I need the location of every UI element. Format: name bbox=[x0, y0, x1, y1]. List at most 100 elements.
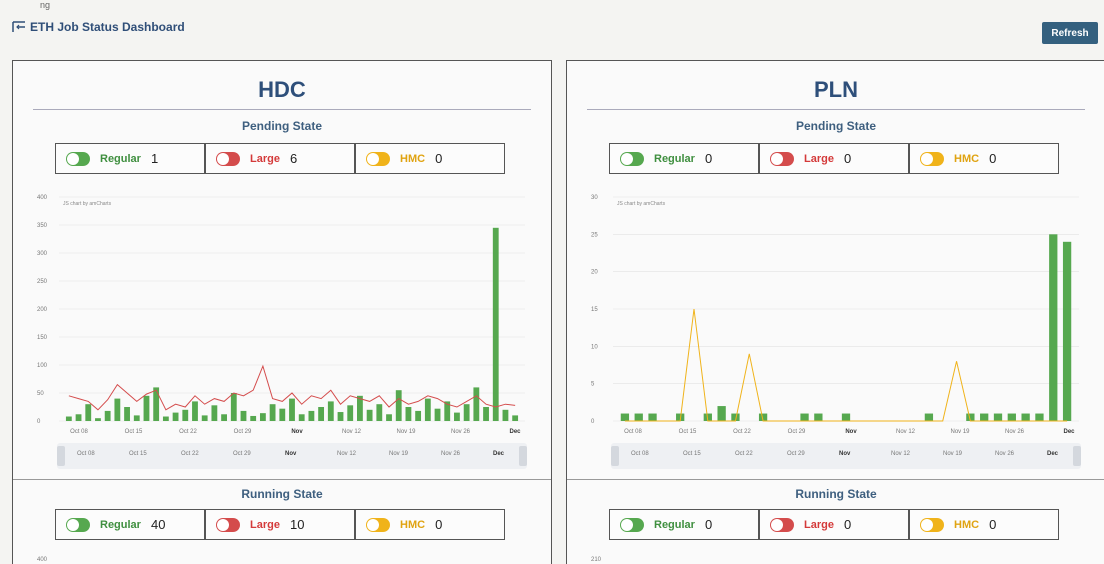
toggle-switch-icon[interactable] bbox=[66, 151, 90, 166]
status-label: Regular bbox=[654, 152, 695, 165]
toggle-switch-icon[interactable] bbox=[770, 517, 794, 532]
status-card-hmc: HMC 0 bbox=[355, 509, 505, 540]
regular-bar bbox=[114, 398, 121, 421]
regular-bar bbox=[980, 413, 989, 421]
section-divider bbox=[13, 479, 551, 480]
scroll-tick-label: Dec bbox=[1047, 451, 1059, 457]
regular-bar bbox=[1062, 241, 1072, 421]
scroll-tick-label: Dec bbox=[493, 451, 505, 457]
status-count: 0 bbox=[704, 517, 713, 532]
regular-bar bbox=[492, 227, 499, 421]
y-tick-label: 0 bbox=[37, 419, 41, 425]
refresh-button[interactable]: Refresh bbox=[1042, 22, 1098, 44]
regular-bar bbox=[512, 415, 519, 421]
regular-bar bbox=[298, 414, 305, 421]
y-tick-label: 30 bbox=[591, 195, 598, 201]
regular-bar bbox=[172, 412, 179, 421]
regular-bar bbox=[434, 408, 441, 421]
regular-bar bbox=[143, 395, 150, 421]
y-tick-label: 400 bbox=[37, 195, 48, 201]
chart-scrollbar[interactable]: Oct 08 Oct 15 Oct 22 Oct 29 Nov Nov 12 Nov 19 N… bbox=[611, 443, 1081, 469]
status-cards: Regular 0 Large 0 HMC 0 bbox=[609, 143, 1059, 174]
scroll-handle-left[interactable] bbox=[57, 446, 65, 466]
chart-scrollbar[interactable]: Oct 08 Oct 15 Oct 22 Oct 29 Nov Nov 12 Nov 19 N… bbox=[57, 443, 527, 469]
scroll-tick-label: Nov 12 bbox=[891, 451, 911, 457]
title-divider bbox=[33, 109, 531, 110]
scroll-tick-label: Oct 15 bbox=[683, 451, 701, 457]
toggle-switch-icon[interactable] bbox=[66, 517, 90, 532]
regular-bar bbox=[717, 406, 726, 421]
regular-bar bbox=[95, 418, 101, 421]
x-tick-label: Oct 08 bbox=[70, 429, 88, 435]
toggle-switch-icon[interactable] bbox=[366, 517, 390, 532]
x-tick-label: Oct 15 bbox=[125, 429, 143, 435]
scroll-handle-right[interactable] bbox=[1073, 446, 1081, 466]
site-title: PLN bbox=[814, 77, 858, 102]
toggle-switch-icon[interactable] bbox=[366, 151, 390, 166]
regular-bar bbox=[502, 409, 509, 421]
scroll-tick-label: Nov bbox=[839, 451, 851, 457]
scroll-handle-left[interactable] bbox=[611, 446, 619, 466]
section-divider bbox=[567, 479, 1104, 480]
x-tick-label: Dec bbox=[509, 429, 521, 435]
x-tick-label: Oct 08 bbox=[624, 429, 642, 435]
site-panel-pln: PLN Pending State Regular 0 Large 0 HMC 0 30 25 20… bbox=[566, 60, 1104, 564]
status-count: 40 bbox=[150, 517, 166, 532]
scroll-tick-label: Oct 29 bbox=[233, 451, 251, 457]
regular-bar bbox=[318, 407, 325, 421]
toggle-switch-icon[interactable] bbox=[920, 151, 944, 166]
scroll-handle-right[interactable] bbox=[519, 446, 527, 466]
x-tick-label: Oct 15 bbox=[679, 429, 697, 435]
toggle-switch-icon[interactable] bbox=[620, 151, 644, 166]
status-count: 1 bbox=[150, 151, 159, 166]
regular-bar bbox=[259, 413, 266, 421]
regular-bar bbox=[65, 416, 72, 421]
regular-bar bbox=[221, 414, 227, 421]
y-tick-label: 300 bbox=[37, 251, 48, 257]
regular-bar bbox=[473, 387, 480, 421]
running-state-title: Running State bbox=[795, 487, 877, 501]
toggle-switch-icon[interactable] bbox=[620, 517, 644, 532]
status-card-regular: Regular 40 bbox=[55, 509, 205, 540]
y-tick-label: 250 bbox=[37, 279, 48, 285]
menu-collapse-icon[interactable] bbox=[12, 21, 26, 33]
status-label: HMC bbox=[400, 152, 426, 165]
regular-bar bbox=[366, 409, 373, 421]
scroll-tick-label: Nov 26 bbox=[441, 451, 461, 457]
scroll-tick-label: Nov 19 bbox=[389, 451, 409, 457]
toggle-switch-icon[interactable] bbox=[770, 151, 794, 166]
regular-bar bbox=[182, 409, 189, 421]
regular-bar bbox=[648, 413, 657, 421]
status-cards: Regular 1 Large 6 HMC 0 bbox=[55, 143, 505, 174]
pending-history-chart: 30 25 20 15 10 5 0 JS chart by amCharts Oct 08 Oc… bbox=[591, 195, 1079, 435]
status-label: Regular bbox=[654, 518, 695, 531]
status-count: 0 bbox=[989, 151, 997, 166]
running-chart-y-top: 210 bbox=[591, 557, 602, 563]
scroll-tick-label: Oct 22 bbox=[735, 451, 753, 457]
status-label: Regular bbox=[100, 152, 141, 165]
regular-bar bbox=[240, 410, 247, 421]
toggle-switch-icon[interactable] bbox=[216, 151, 240, 166]
status-card-large: Large 0 bbox=[759, 143, 909, 174]
regular-bar bbox=[415, 410, 422, 421]
regular-bar bbox=[620, 413, 630, 421]
regular-bar bbox=[1021, 413, 1030, 421]
regular-bar bbox=[424, 398, 431, 421]
title-wrap: ETH Job Status Dashboard bbox=[12, 20, 185, 34]
regular-bar bbox=[347, 405, 354, 421]
x-tick-label: Nov 26 bbox=[451, 429, 471, 435]
regular-bar bbox=[405, 407, 412, 421]
x-tick-label: Oct 22 bbox=[179, 429, 197, 435]
toggle-switch-icon[interactable] bbox=[920, 517, 944, 532]
y-tick-label: 25 bbox=[591, 232, 598, 238]
regular-bar bbox=[376, 404, 383, 421]
x-tick-label: Nov 19 bbox=[396, 429, 416, 435]
toggle-switch-icon[interactable] bbox=[216, 517, 240, 532]
site-panel-hdc: HDC Pending State Regular 1 Large 6 HMC 0 400 350… bbox=[12, 60, 552, 564]
status-label: HMC bbox=[954, 518, 980, 531]
y-tick-label: 200 bbox=[37, 307, 48, 313]
regular-bar bbox=[133, 415, 140, 421]
regular-bar bbox=[337, 412, 344, 421]
pending-history-chart: 400 350 300 250 200 150 100 50 0 JS chart by amCh… bbox=[37, 195, 525, 435]
status-card-regular: Regular 0 bbox=[609, 143, 759, 174]
